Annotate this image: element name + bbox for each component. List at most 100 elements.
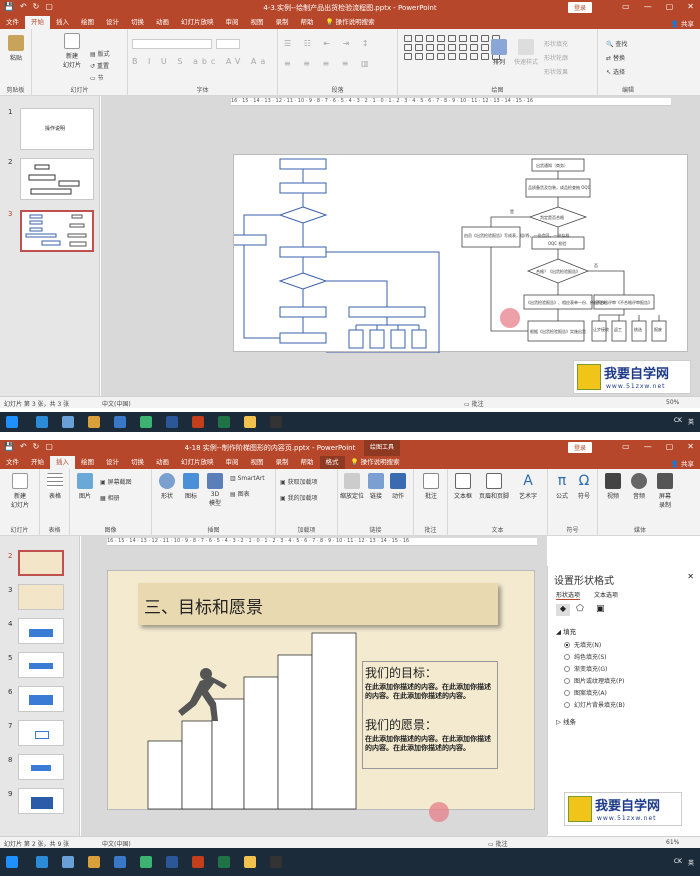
smartart-button[interactable]: ▥ SmartArt bbox=[230, 475, 265, 482]
app-icon[interactable] bbox=[270, 416, 282, 428]
section-button[interactable]: ▭ 节 bbox=[90, 73, 104, 82]
comments-button[interactable]: ▭ 批注 bbox=[488, 839, 508, 848]
tab-record[interactable]: 录制 bbox=[270, 16, 295, 29]
font-size-box[interactable] bbox=[216, 39, 240, 49]
tab-help[interactable]: 帮助 bbox=[295, 16, 320, 29]
slide-thumbnail-8[interactable] bbox=[18, 754, 64, 780]
icons-button[interactable]: 图标 bbox=[180, 473, 202, 500]
login-button[interactable]: 登录 bbox=[568, 2, 593, 13]
tab-home[interactable]: 开始 bbox=[25, 456, 50, 469]
chart-button[interactable]: ▤ 图表 bbox=[230, 489, 250, 498]
shapes-gallery[interactable] bbox=[404, 35, 501, 60]
tab-transitions[interactable]: 切换 bbox=[125, 456, 150, 469]
wordart-button[interactable]: A 艺术字 bbox=[514, 473, 542, 500]
app-icon[interactable] bbox=[88, 416, 100, 428]
slide-thumbnail-1[interactable]: 操作说明 bbox=[20, 108, 94, 150]
textbox-button[interactable]: 文本框 bbox=[452, 473, 474, 500]
tab-insert[interactable]: 插入 bbox=[50, 456, 75, 469]
share-button[interactable]: 👤 共享 bbox=[671, 458, 694, 468]
tell-me-search[interactable]: 💡 操作说明搜索 bbox=[320, 16, 381, 29]
shape-fill-button[interactable]: 形状填充 bbox=[544, 39, 568, 48]
slide-thumbnail-2[interactable] bbox=[20, 158, 94, 200]
radio-background-fill[interactable]: 幻灯片背景填充(B) bbox=[564, 700, 625, 709]
ime-indicator[interactable]: CK bbox=[674, 858, 682, 867]
header-footer-button[interactable]: 页眉和页脚 bbox=[476, 473, 512, 500]
audio-button[interactable]: 音频 bbox=[628, 473, 650, 500]
tab-help[interactable]: 帮助 bbox=[295, 456, 320, 469]
radio-no-fill[interactable]: 无填充(N) bbox=[564, 640, 601, 649]
video-button[interactable]: 视频 bbox=[602, 473, 624, 500]
ribbon-options-icon[interactable]: ▭ bbox=[622, 442, 630, 451]
slide-thumbnail-3[interactable] bbox=[20, 210, 94, 252]
radio-pattern-fill[interactable]: 图案填充(A) bbox=[564, 688, 607, 697]
word-icon[interactable] bbox=[166, 856, 178, 868]
tab-format[interactable]: 格式 bbox=[319, 456, 345, 469]
share-button[interactable]: 👤 共享 bbox=[671, 18, 694, 28]
tab-animations[interactable]: 动画 bbox=[150, 16, 175, 29]
font-format-buttons[interactable]: B I U S abc AV Aa bbox=[132, 57, 269, 66]
zoom-level[interactable]: 50% bbox=[666, 399, 679, 406]
language-indicator[interactable]: 中文(中国) bbox=[102, 839, 131, 848]
album-button[interactable]: ▦ 相册 bbox=[100, 493, 120, 502]
start-icon[interactable] bbox=[6, 856, 18, 868]
font-name-box[interactable] bbox=[132, 39, 212, 49]
folder-icon[interactable] bbox=[244, 856, 256, 868]
comment-button[interactable]: 批注 bbox=[420, 473, 442, 500]
shapes-button[interactable]: 形状 bbox=[156, 473, 178, 500]
app-icon[interactable] bbox=[140, 856, 152, 868]
tab-design[interactable]: 设计 bbox=[100, 16, 125, 29]
align-buttons[interactable]: ≡ ≡ ≡ ≡ ▥ bbox=[284, 59, 374, 68]
tell-me-search[interactable]: 💡 操作说明搜索 bbox=[345, 456, 406, 469]
slide-thumbnail-6[interactable] bbox=[18, 686, 64, 712]
excel-icon[interactable] bbox=[218, 856, 230, 868]
app-icon[interactable] bbox=[270, 856, 282, 868]
excel-icon[interactable] bbox=[218, 416, 230, 428]
powerpoint-icon[interactable] bbox=[192, 416, 204, 428]
tab-view[interactable]: 视图 bbox=[245, 456, 270, 469]
new-slide-button[interactable]: 新建 幻灯片 bbox=[58, 33, 86, 69]
tab-file[interactable]: 文件 bbox=[0, 456, 25, 469]
replace-button[interactable]: ⇄ 替换 bbox=[606, 53, 625, 62]
reset-button[interactable]: ↺ 重置 bbox=[90, 61, 109, 70]
tab-insert[interactable]: 插入 bbox=[50, 16, 75, 29]
get-addins-button[interactable]: ▣ 获取加载项 bbox=[280, 477, 318, 486]
fill-line-icon[interactable]: ◆ bbox=[556, 604, 570, 616]
minimize-icon[interactable]: — bbox=[644, 2, 652, 11]
folder-icon[interactable] bbox=[244, 416, 256, 428]
word-icon[interactable] bbox=[166, 416, 178, 428]
app-icon[interactable] bbox=[140, 416, 152, 428]
shape-outline-button[interactable]: 形状轮廓 bbox=[544, 53, 568, 62]
tab-home[interactable]: 开始 bbox=[25, 16, 50, 29]
app-icon[interactable] bbox=[114, 416, 126, 428]
layout-button[interactable]: ▤ 版式 bbox=[90, 49, 110, 58]
symbol-button[interactable]: Ω 符号 bbox=[574, 473, 594, 500]
tab-shape-options[interactable]: 形状选项 bbox=[556, 590, 581, 600]
tab-slideshow[interactable]: 幻灯片放映 bbox=[175, 16, 220, 29]
browser-icon[interactable] bbox=[62, 416, 74, 428]
tab-animations[interactable]: 动画 bbox=[150, 456, 175, 469]
radio-picture-fill[interactable]: 图片或纹理填充(P) bbox=[564, 676, 624, 685]
effects-icon[interactable]: ⬠ bbox=[576, 604, 584, 614]
tab-design[interactable]: 设计 bbox=[100, 456, 125, 469]
link-button[interactable]: 链接 bbox=[366, 473, 386, 500]
table-button[interactable]: 表格 bbox=[44, 473, 66, 500]
slide-thumbnail-3[interactable] bbox=[18, 584, 64, 610]
pictures-button[interactable]: 图片 bbox=[74, 473, 96, 500]
ime-indicator[interactable]: CK bbox=[674, 417, 682, 426]
maximize-icon[interactable]: ▢ bbox=[666, 442, 674, 451]
screenshot-button[interactable]: ▣ 屏幕截图 bbox=[100, 477, 132, 486]
slide-thumbnail-5[interactable] bbox=[18, 652, 64, 678]
tab-review[interactable]: 审阅 bbox=[220, 456, 245, 469]
tab-review[interactable]: 审阅 bbox=[220, 16, 245, 29]
comments-button[interactable]: ▭ 批注 bbox=[464, 399, 484, 408]
tab-file[interactable]: 文件 bbox=[0, 16, 25, 29]
equation-button[interactable]: π 公式 bbox=[552, 473, 572, 500]
tab-draw[interactable]: 绘图 bbox=[75, 16, 100, 29]
find-button[interactable]: 🔍 查找 bbox=[606, 39, 627, 48]
screen-record-button[interactable]: 屏幕 录制 bbox=[654, 473, 676, 509]
lang-indicator[interactable]: 英 bbox=[688, 417, 694, 426]
maximize-icon[interactable]: ▢ bbox=[666, 2, 674, 11]
quick-styles-button[interactable]: 快速样式 bbox=[512, 39, 540, 66]
edge-icon[interactable] bbox=[36, 416, 48, 428]
radio-solid-fill[interactable]: 纯色填充(S) bbox=[564, 652, 607, 661]
